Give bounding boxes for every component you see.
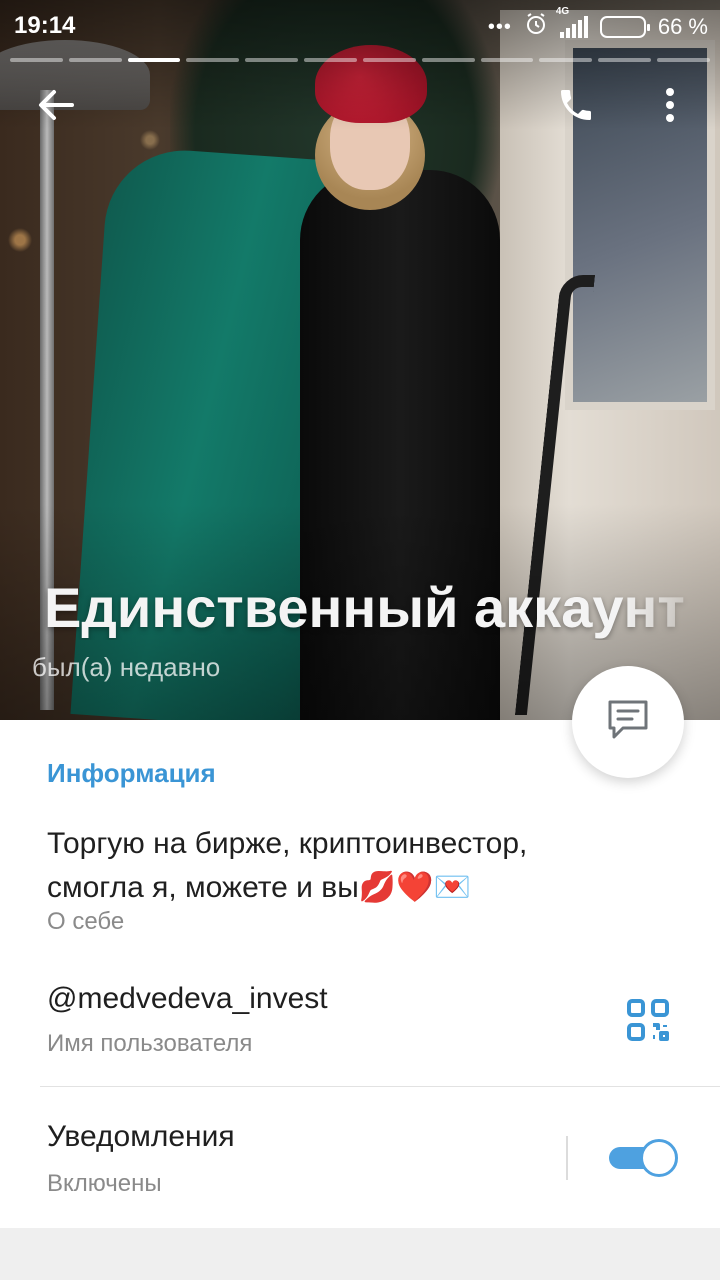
notification-dots: ••• [487, 15, 512, 38]
story-segment [539, 58, 593, 62]
bio-text[interactable]: Торгую на бирже, криптоинвестор, смогла … [47, 822, 647, 910]
story-segment [304, 58, 357, 62]
signal-icon: 4G [556, 6, 588, 38]
profile-last-seen: был(а) недавно [32, 652, 221, 682]
status-bar: 19:14 ••• 4G 66 % [0, 0, 720, 50]
profile-name: Единственный аккаунт [44, 576, 685, 639]
story-segment [127, 58, 181, 62]
qr-code-button[interactable] [626, 998, 670, 1042]
more-button[interactable] [650, 80, 690, 134]
bio-line-1: Торгую на бирже, криптоинвестор, [47, 827, 528, 860]
arrow-left-icon [36, 87, 76, 128]
message-button[interactable] [572, 666, 684, 778]
battery-icon [599, 16, 650, 38]
qr-code-icon [626, 999, 670, 1046]
story-segment [480, 58, 534, 62]
network-type: 4G [555, 6, 570, 17]
section-title: Информация [47, 758, 216, 788]
divider [40, 1086, 720, 1087]
more-vertical-icon [664, 87, 676, 128]
story-segment [186, 58, 240, 62]
story-segment [10, 58, 63, 62]
notifications-state: Включены [47, 1170, 162, 1197]
toggle-knob [640, 1139, 678, 1177]
status-time: 19:14 [14, 12, 76, 39]
story-progress [10, 58, 710, 62]
story-segment [421, 58, 475, 62]
back-button[interactable] [28, 82, 84, 132]
story-segment [362, 58, 416, 62]
username[interactable]: @medvedeva_invest [47, 982, 328, 1016]
status-icons: ••• 4G 66 % [487, 6, 708, 42]
bio-label: О себе [47, 908, 125, 935]
bottom-area [0, 1228, 720, 1280]
message-icon [605, 698, 651, 747]
story-segment [598, 58, 652, 62]
notifications-toggle[interactable] [609, 1139, 679, 1177]
phone-icon [556, 85, 596, 130]
battery-percent: 66 % [657, 14, 708, 39]
call-button[interactable] [548, 80, 604, 134]
username-label: Имя пользователя [47, 1030, 253, 1057]
bio-line-2: смогла я, можете и вы💋❤️💌 [47, 871, 471, 904]
vertical-separator [566, 1136, 568, 1180]
notifications-title[interactable]: Уведомления [47, 1120, 235, 1154]
alarm-icon [524, 12, 548, 42]
story-segment [245, 58, 299, 62]
story-segment [657, 58, 710, 62]
story-segment [68, 58, 122, 62]
